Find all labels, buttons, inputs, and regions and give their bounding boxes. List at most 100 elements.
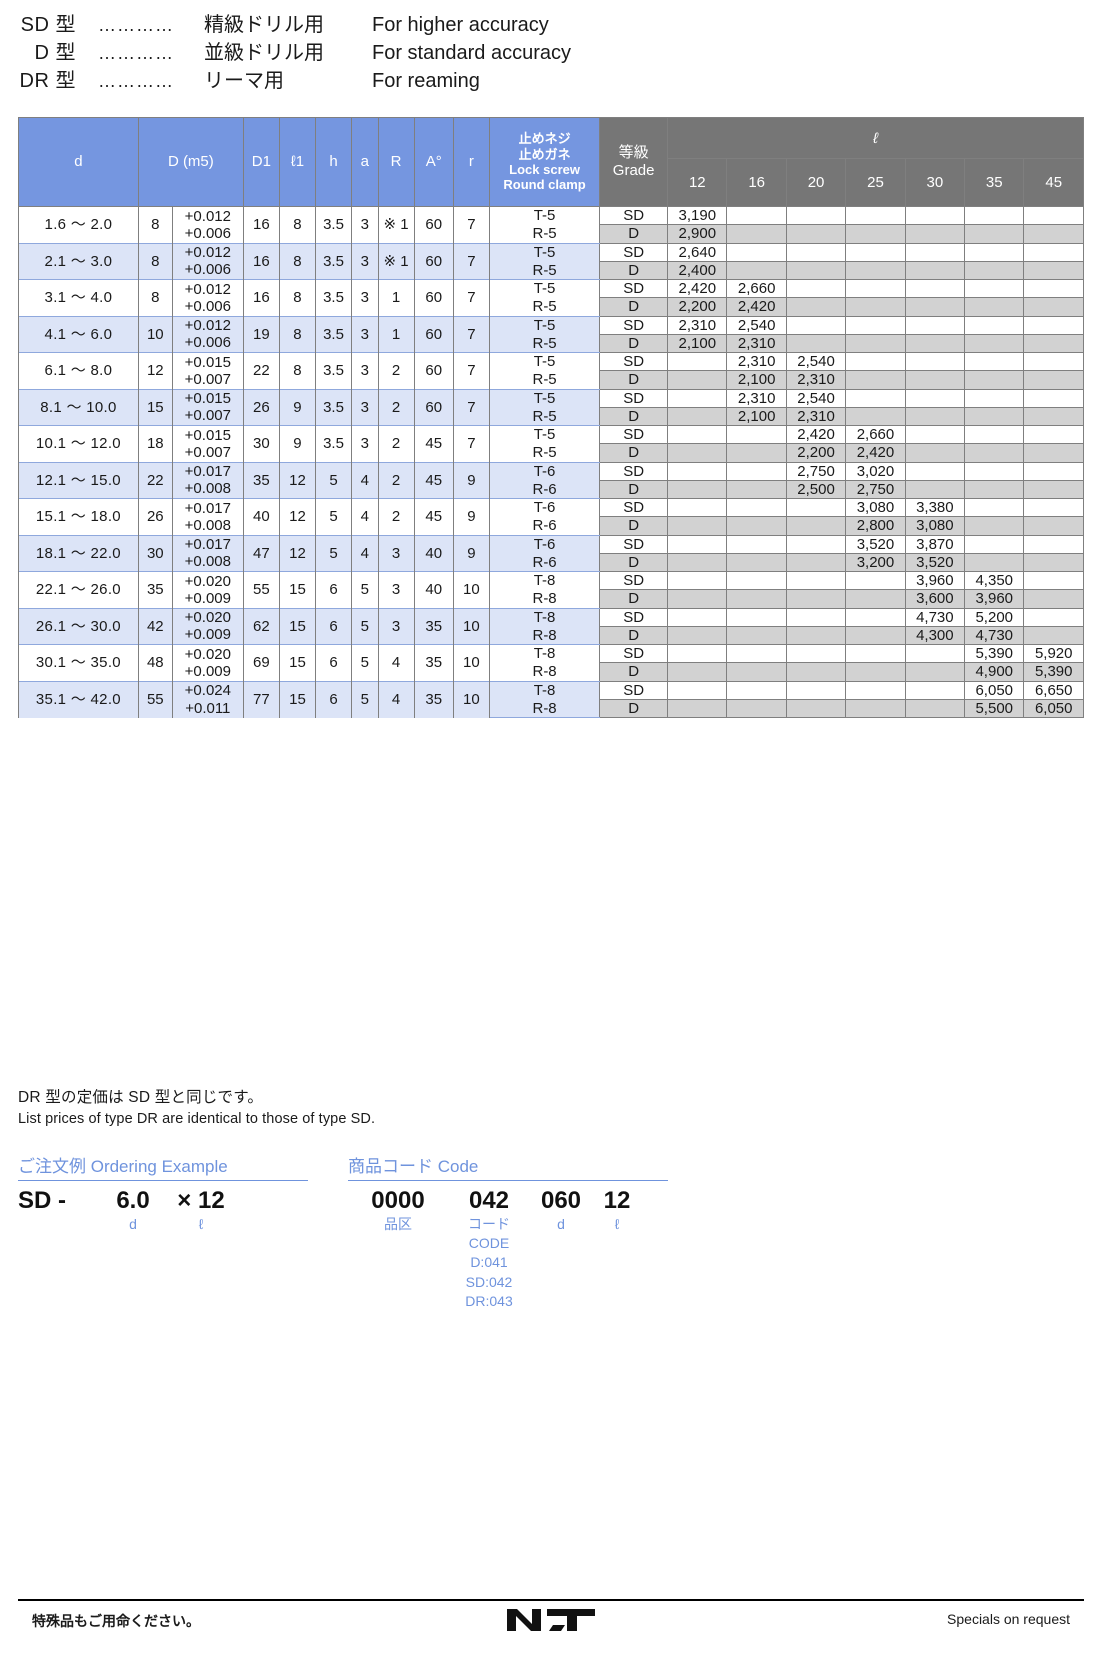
legend-japanese-desc: 精級ドリル用 [204, 14, 324, 36]
cell-A: 45 [413, 461, 454, 499]
cell-D1: 22 [242, 352, 280, 389]
cell-price-d-20 [785, 333, 847, 354]
cell-price-d-35 [964, 406, 1025, 427]
cell-price-sd-35 [964, 388, 1025, 408]
cell-price-sd-45 [1023, 534, 1084, 554]
cell-h: 3.5 [314, 425, 353, 462]
cell-price-d-12: 2,100 [667, 333, 728, 354]
cell-price-d-35: 4,730 [964, 625, 1025, 646]
cell-price-sd-12 [667, 607, 728, 627]
cell-price-d-35 [964, 479, 1025, 500]
legend-japanese-desc: 並級ドリル用 [204, 42, 324, 64]
cell-grade-sd: SD [599, 497, 669, 518]
cell-price-sd-45 [1023, 278, 1084, 299]
code-seg-l: 12 [603, 1187, 631, 1214]
th-length-35: 35 [964, 158, 1025, 207]
cell-h: 6 [314, 680, 353, 718]
code-ref-d: D:041 [470, 1254, 508, 1271]
cell-R: 2 [377, 461, 415, 499]
cell-price-sd-35 [964, 461, 1025, 481]
cell-grade-sd: SD [599, 424, 669, 445]
code-label-category: 品区 [384, 1216, 412, 1232]
lock-en-line1: Lock screw [509, 162, 580, 177]
cell-price-sd-30 [904, 643, 966, 664]
cell-grade-d: D [599, 333, 669, 354]
cell-price-d-12 [667, 552, 728, 573]
tolerance-lower: +0.011 [185, 699, 231, 717]
tolerance-lower: +0.009 [184, 589, 231, 607]
cell-grade-d: D [599, 662, 669, 682]
legend-row: DR 型 ………… リーマ用 For reaming [18, 64, 718, 92]
tolerance-upper: +0.015 [184, 353, 231, 371]
cell-D: 8 [137, 279, 173, 316]
cell-price-d-45 [1023, 224, 1084, 244]
tolerance-lower: +0.006 [184, 261, 231, 279]
cell-lock-d: R-5 [488, 443, 601, 463]
cell-price-d-16 [726, 698, 787, 719]
cell-lock-sd: T-5 [488, 242, 601, 262]
cell-price-sd-35 [964, 497, 1025, 518]
cell-price-sd-25: 3,020 [845, 461, 906, 481]
footer-divider [18, 1599, 1084, 1601]
footer-note-english: Specials on request [947, 1611, 1070, 1627]
cell-D1: 69 [242, 644, 280, 681]
cell-price-sd-12 [667, 570, 728, 591]
cell-price-d-20 [785, 260, 847, 281]
cell-grade-sd: SD [599, 534, 669, 554]
cell-price-sd-30 [904, 315, 966, 335]
cell-price-sd-35 [964, 534, 1025, 554]
cell-l1: 15 [278, 680, 316, 718]
cell-price-d-45 [1023, 479, 1084, 500]
cell-A: 60 [413, 315, 454, 353]
cell-D: 55 [137, 680, 173, 718]
cell-price-sd-20 [785, 205, 847, 226]
cell-price-d-45 [1023, 625, 1084, 646]
cell-price-d-12: 2,900 [667, 224, 728, 244]
cell-price-d-12 [667, 406, 728, 427]
cell-price-d-20 [785, 625, 847, 646]
cell-grade-d: D [599, 625, 669, 646]
cell-A: 35 [413, 644, 454, 681]
cell-price-sd-16: 2,310 [726, 351, 787, 372]
grade-jp: 等級 [618, 144, 649, 161]
cell-tolerance: +0.012 +0.006 [171, 206, 244, 243]
tolerance-lower: +0.006 [184, 334, 231, 352]
cell-lock-sd: T-6 [488, 534, 601, 554]
lock-en-line2: Round clamp [503, 177, 586, 193]
cell-price-d-16: 2,420 [726, 297, 787, 317]
ordering-seg-gap [70, 1187, 100, 1215]
cell-grade-sd: SD [599, 570, 669, 591]
cell-R: 1 [377, 315, 415, 353]
cell-price-sd-16: 2,310 [726, 388, 787, 408]
cell-price-d-20 [785, 589, 847, 609]
cell-l1: 15 [278, 644, 316, 681]
cell-D1: 40 [242, 498, 280, 535]
cell-D1: 77 [242, 680, 280, 718]
cell-price-sd-25 [845, 643, 906, 664]
cell-h: 3.5 [314, 388, 353, 426]
code-seg-d: 060 [540, 1187, 582, 1214]
tolerance-upper: +0.020 [184, 572, 231, 590]
cell-price-d-30 [904, 297, 966, 317]
cell-price-sd-45: 6,650 [1023, 680, 1084, 700]
cell-price-sd-30: 4,730 [904, 607, 966, 627]
cell-price-d-35 [964, 516, 1025, 536]
cell-price-d-20: 2,310 [785, 370, 847, 390]
cell-price-d-12 [667, 698, 728, 719]
cell-tolerance: +0.015 +0.007 [171, 352, 244, 389]
cell-D: 35 [137, 571, 173, 608]
cell-price-sd-25 [845, 570, 906, 591]
cell-a: 5 [351, 644, 379, 681]
cell-a: 5 [351, 680, 379, 718]
tolerance-lower: +0.008 [184, 480, 231, 498]
cell-D1: 16 [242, 242, 280, 280]
cell-price-d-25 [845, 260, 906, 281]
cell-D1: 55 [242, 571, 280, 608]
table-row: 10.1 〜 12.0 18 +0.015 +0.007 30 9 3.5 3 2 45 7 T-5 S… [18, 424, 1084, 462]
table-row: 4.1 〜 6.0 10 +0.012 +0.006 19 8 3.5 3 1 60 7 T-5 SD 2… [18, 315, 1084, 353]
cell-price-sd-45 [1023, 315, 1084, 335]
cell-l1: 9 [278, 425, 316, 462]
cell-price-sd-16 [726, 570, 787, 591]
cell-lock-sd: T-6 [488, 461, 601, 481]
cell-lock-d: R-6 [488, 480, 601, 500]
